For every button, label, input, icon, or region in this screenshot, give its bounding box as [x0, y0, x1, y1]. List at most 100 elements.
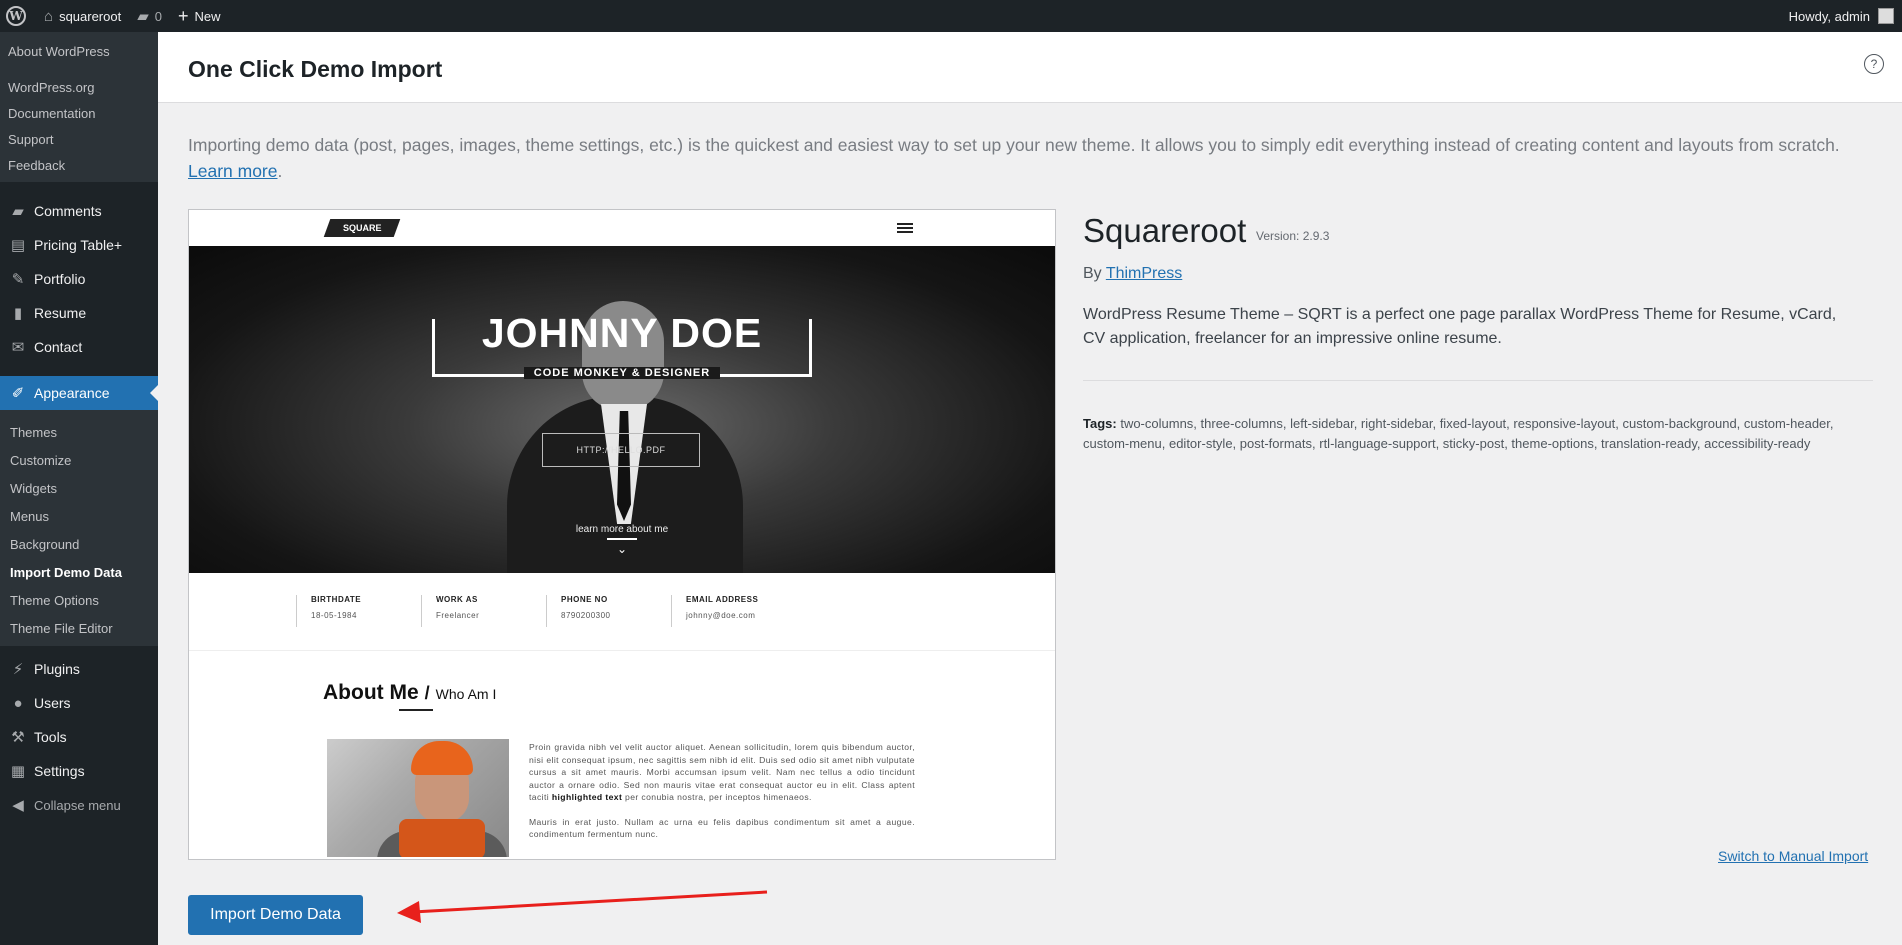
user-icon: ●: [13, 694, 23, 712]
switch-to-manual-import-link[interactable]: Switch to Manual Import: [1718, 848, 1868, 864]
new-label: New: [194, 8, 221, 24]
tags-list: two-columns, three-columns, left-sidebar…: [1083, 416, 1834, 451]
account-menu[interactable]: Howdy, admin: [1789, 0, 1894, 32]
avatar: [1878, 8, 1894, 24]
submenu-theme-options[interactable]: Theme Options: [0, 586, 158, 614]
submenu-background[interactable]: Background: [0, 530, 158, 558]
plus-icon: +: [178, 5, 189, 26]
preview-logo-text: SQUARE: [342, 223, 382, 233]
appearance-submenu: Themes Customize Widgets Menus Backgroun…: [0, 410, 158, 646]
menu-documentation[interactable]: Documentation: [0, 100, 158, 126]
menu-portfolio[interactable]: ✎ Portfolio: [0, 262, 158, 296]
hero-name: JOHNNY DOE: [481, 310, 763, 356]
info-work: WORK AS Freelancer: [421, 595, 479, 627]
menu-about-wordpress[interactable]: About WordPress: [0, 32, 158, 70]
menu-label: Resume: [34, 305, 87, 321]
submenu-import-demo-data[interactable]: Import Demo Data: [0, 558, 158, 586]
menu-users[interactable]: ● Users: [0, 686, 158, 720]
menu-label: Comments: [34, 203, 102, 219]
submenu-customize[interactable]: Customize: [0, 446, 158, 474]
submenu-widgets[interactable]: Widgets: [0, 474, 158, 502]
menu-settings[interactable]: ▦ Settings: [0, 754, 158, 788]
page-title: One Click Demo Import: [188, 56, 443, 82]
learn-more-link[interactable]: Learn more: [188, 161, 278, 181]
info-label: BIRTHDATE: [311, 595, 362, 604]
about-text: Proin gravida nibh vel velit auctor aliq…: [529, 741, 915, 841]
menu-label: Theme File Editor: [10, 620, 113, 636]
intro-body: Importing demo data (post, pages, images…: [188, 135, 1840, 155]
red-arrow-annotation: [397, 890, 768, 923]
menu-comments[interactable]: ▰ Comments: [0, 194, 158, 228]
about-who: Who Am I: [435, 686, 497, 702]
about-slash: /: [424, 683, 430, 703]
menu-resume[interactable]: ▮ Resume: [0, 296, 158, 330]
paintbrush-icon: ✐: [11, 385, 25, 402]
author-link[interactable]: ThimPress: [1106, 265, 1182, 282]
menu-plugins[interactable]: ⚡ Plugins: [0, 652, 158, 686]
intro-end: .: [277, 161, 283, 181]
theme-version: Version: 2.9.3: [1256, 229, 1330, 243]
photo-scarf: [399, 819, 485, 857]
wrench-icon: ⚒: [11, 729, 25, 746]
about-p2: Mauris in erat justo. Nullam ac urna eu …: [529, 816, 915, 840]
site-name: squareroot: [59, 8, 122, 24]
submenu-theme-file-editor[interactable]: Theme File Editor: [0, 614, 158, 642]
menu-pricing-table[interactable]: ▤ Pricing Table+: [0, 228, 158, 262]
info-phone: PHONE NO 8790200300: [546, 595, 611, 627]
menu-contact[interactable]: ✉ Contact: [0, 330, 158, 364]
hero-subtitle: CODE MONKEY & DESIGNER: [432, 367, 812, 379]
info-label: WORK AS: [436, 595, 478, 604]
menu-feedback[interactable]: Feedback: [0, 152, 158, 178]
howdy-text: Howdy, admin: [1788, 8, 1870, 24]
menu-label: Tools: [34, 729, 67, 745]
info-label: EMAIL ADDRESS: [686, 595, 759, 604]
info-birthdate: BIRTHDATE 18-05-1984: [296, 595, 361, 627]
theme-description: WordPress Resume Theme – SQRT is a perfe…: [1083, 306, 1837, 347]
menu-label: Collapse menu: [34, 797, 121, 813]
admin-sidebar: About WordPress WordPress.org Documentat…: [0, 32, 158, 945]
info-value: 18-05-1984: [311, 611, 357, 620]
menu-support[interactable]: Support: [0, 126, 158, 152]
menu-label: WordPress.org: [8, 79, 95, 95]
menu-label: Support: [8, 131, 54, 147]
menu-tools[interactable]: ⚒ Tools: [0, 720, 158, 754]
submenu-themes[interactable]: Themes: [0, 418, 158, 446]
arrow-shaft: [412, 890, 768, 914]
wordpress-icon: W: [6, 6, 26, 26]
info-value: 8790200300: [561, 611, 611, 620]
menu-appearance[interactable]: ✐ Appearance: [0, 376, 158, 410]
about-photo: [327, 739, 509, 857]
hero-line: [607, 538, 637, 540]
tags-label: Tags:: [1083, 416, 1117, 431]
site-name-link[interactable]: ⌂ squareroot: [36, 0, 129, 32]
hero-subtitle-text: CODE MONKEY & DESIGNER: [523, 367, 721, 379]
mail-icon: ✉: [11, 339, 25, 356]
menu-label: Documentation: [8, 105, 96, 121]
theme-name: Squareroot: [1083, 212, 1247, 249]
new-content-link[interactable]: + New: [170, 0, 229, 32]
menu-wordpress-org[interactable]: WordPress.org: [0, 74, 158, 100]
menu-label: About WordPress: [8, 43, 110, 59]
wordpress-logo[interactable]: W: [0, 0, 36, 32]
pin-icon: ✎: [11, 271, 25, 288]
help-icon[interactable]: ?: [1864, 54, 1884, 74]
hamburger-icon: [897, 223, 913, 233]
comments-count: 0: [154, 8, 162, 24]
import-demo-data-button[interactable]: Import Demo Data: [188, 895, 363, 935]
preview-nav: SQUARE: [189, 210, 1055, 246]
about-highlight: highlighted text: [551, 792, 623, 802]
collapse-menu-button[interactable]: ◀ Collapse menu: [0, 788, 158, 822]
wp-links-group: WordPress.org Documentation Support Feed…: [0, 70, 158, 182]
comments-link[interactable]: ▰ 0: [129, 0, 170, 32]
info-value: Freelancer: [436, 611, 480, 620]
menu-label: Feedback: [8, 157, 66, 173]
arrow-head: [397, 901, 421, 923]
table-icon: ▤: [10, 237, 26, 254]
theme-author: By ThimPress: [1083, 265, 1182, 283]
divider: [1083, 380, 1873, 381]
preview-hero: JOHNNY DOE CODE MONKEY & DESIGNER HTTP:/…: [189, 246, 1055, 573]
menu-label: Widgets: [10, 480, 57, 496]
comment-icon: ▰: [12, 203, 24, 220]
menu-label: Appearance: [34, 385, 110, 401]
submenu-menus[interactable]: Menus: [0, 502, 158, 530]
